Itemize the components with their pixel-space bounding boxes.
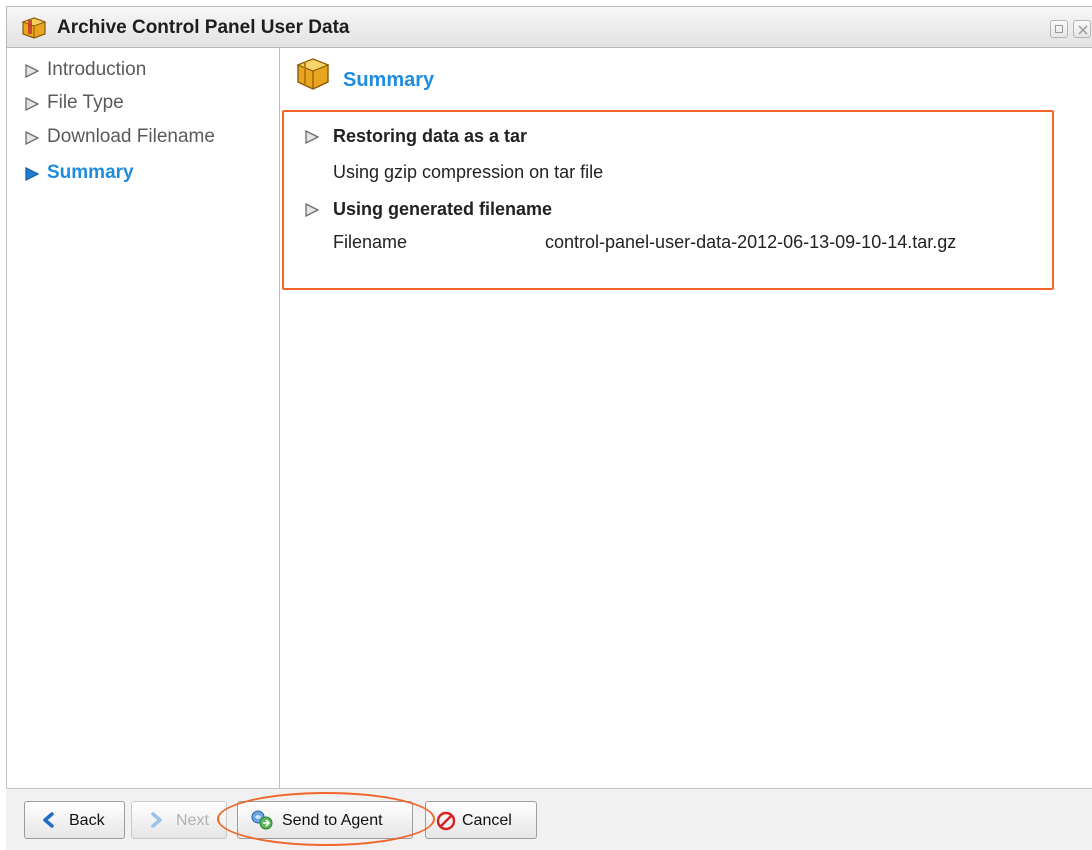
maximize-icon xyxy=(1055,25,1063,33)
sidebar-item-label: Download Filename xyxy=(47,126,215,147)
cancel-button[interactable]: Cancel xyxy=(425,801,537,839)
summary-heading-text: Using generated filename xyxy=(333,199,553,219)
triangle-right-icon xyxy=(305,130,319,144)
cancel-icon xyxy=(436,811,456,831)
wizard-body: Introduction File Type Download Filename… xyxy=(6,48,1092,788)
sidebar-item-label: Summary xyxy=(47,162,134,183)
wizard-button-bar: Back Next Send to Agent Cancel xyxy=(6,788,1092,850)
summary-heading-filename: Using generated filename xyxy=(305,199,553,220)
next-button-label: Next xyxy=(176,812,209,829)
chevron-right-icon xyxy=(151,812,162,828)
back-button-label: Back xyxy=(69,812,105,829)
agent-send-icon xyxy=(251,810,273,830)
send-to-agent-button[interactable]: Send to Agent xyxy=(237,801,413,839)
summary-heading-text: Restoring data as a tar xyxy=(333,126,528,146)
close-icon xyxy=(1078,25,1088,35)
section-title: Summary xyxy=(343,69,435,91)
cancel-button-label: Cancel xyxy=(462,812,512,829)
send-to-agent-label: Send to Agent xyxy=(282,812,383,829)
triangle-right-icon xyxy=(25,64,39,78)
sidebar-item-label: File Type xyxy=(47,92,124,113)
close-button[interactable] xyxy=(1073,20,1091,38)
summary-heading-tar: Restoring data as a tar xyxy=(305,126,528,147)
archive-box-icon xyxy=(21,17,47,39)
summary-panel: Summary Restoring data as a tar Using gz… xyxy=(281,48,1092,788)
chevron-left-icon xyxy=(43,812,54,828)
window-title: Archive Control Panel User Data xyxy=(57,17,350,38)
maximize-button[interactable] xyxy=(1050,20,1068,38)
wizard-steps-sidebar: Introduction File Type Download Filename… xyxy=(7,48,280,788)
sidebar-item-label: Introduction xyxy=(47,59,147,80)
archive-box-icon xyxy=(296,58,330,90)
back-button[interactable]: Back xyxy=(24,801,125,839)
triangle-right-icon xyxy=(25,131,39,145)
filename-label: Filename xyxy=(333,232,408,252)
triangle-right-icon xyxy=(25,167,39,181)
title-bar[interactable]: Archive Control Panel User Data xyxy=(6,6,1092,48)
archive-wizard-window: Archive Control Panel User Data Introduc… xyxy=(0,0,1092,850)
filename-value: control-panel-user-data-2012-06-13-09-10… xyxy=(545,232,957,252)
summary-detail-compression: Using gzip compression on tar file xyxy=(333,162,604,182)
triangle-right-icon xyxy=(25,97,39,111)
triangle-right-icon xyxy=(305,203,319,217)
next-button[interactable]: Next xyxy=(131,801,227,839)
